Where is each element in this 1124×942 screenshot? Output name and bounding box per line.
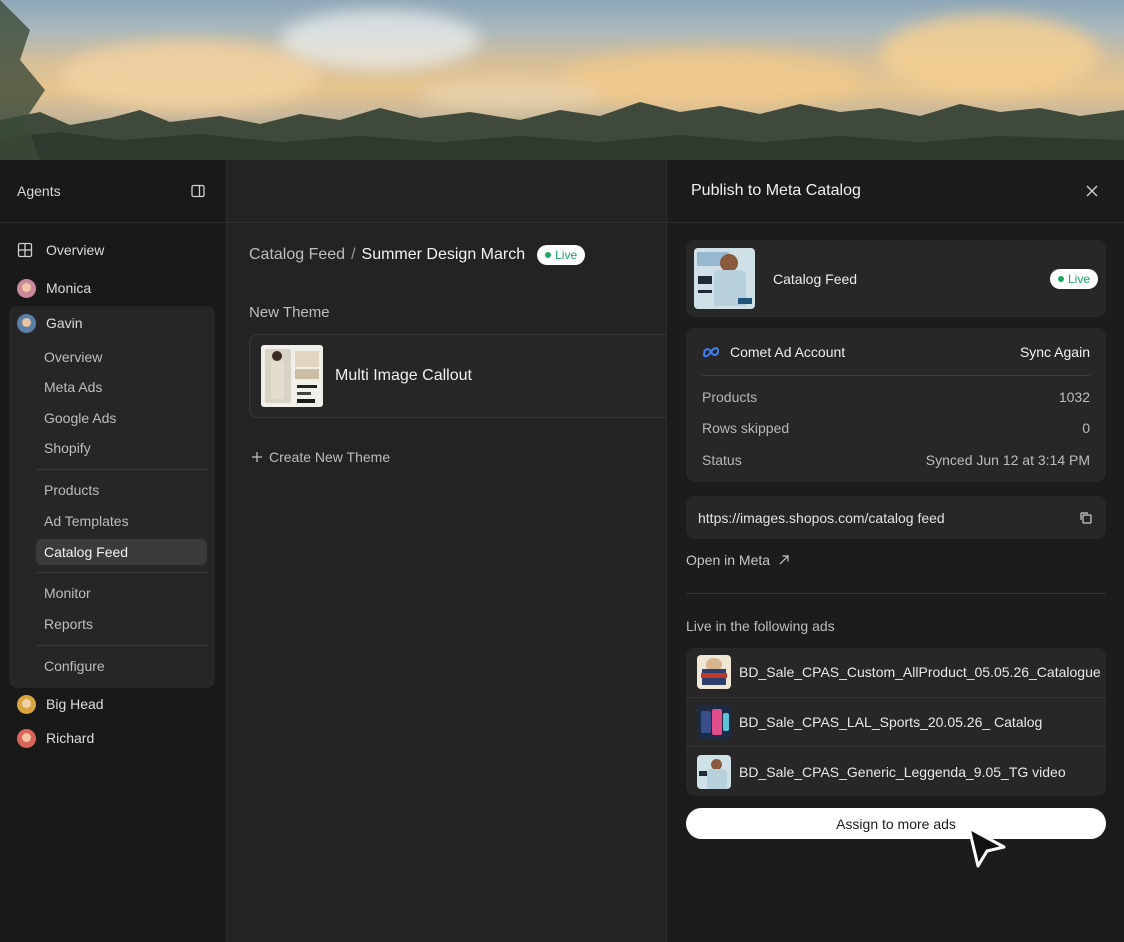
sidebar-item-label: Overview <box>46 242 105 258</box>
stat-rows-skipped: Rows skipped 0 <box>702 413 1090 445</box>
agent-name: Richard <box>46 730 95 746</box>
panel-title: Publish to Meta Catalog <box>691 182 861 199</box>
sidebar-item-catalog-feed[interactable]: Catalog Feed <box>36 539 207 565</box>
ad-name: BD_Sale_CPAS_Custom_AllProduct_05.05.26_… <box>739 664 1101 681</box>
stat-products: Products 1032 <box>702 381 1090 413</box>
stat-label: Rows skipped <box>702 420 790 437</box>
agent-name: Big Head <box>46 696 104 712</box>
stat-label: Status <box>702 451 742 468</box>
stat-status: Status Synced Jun 12 at 3:14 PM <box>702 444 1090 476</box>
publish-panel: Publish to Meta Catalog Catalog Feed Liv… <box>666 160 1124 942</box>
sidebar-item-shopify[interactable]: Shopify <box>36 435 207 461</box>
sidebar-item-products[interactable]: Products <box>36 477 207 503</box>
sidebar-item-reports[interactable]: Reports <box>36 611 207 637</box>
feed-url: https://images.shopos.com/catalog feed <box>698 509 945 526</box>
sidebar-item-ad-templates[interactable]: Ad Templates <box>36 508 207 534</box>
feed-thumbnail <box>694 248 755 309</box>
close-icon[interactable] <box>1084 183 1100 199</box>
feed-url-field[interactable]: https://images.shopos.com/catalog feed <box>686 496 1106 539</box>
main-topbar <box>228 160 666 223</box>
theme-name: Multi Image Callout <box>335 367 472 384</box>
section-label: New Theme <box>249 304 330 321</box>
divider <box>36 645 208 646</box>
sidebar-item-configure[interactable]: Configure <box>36 653 207 679</box>
ad-thumbnail <box>697 754 731 789</box>
stat-value: 0 <box>1082 420 1090 437</box>
list-item[interactable]: BD_Sale_CPAS_Custom_AllProduct_05.05.26_… <box>686 648 1106 698</box>
grid-icon <box>17 242 33 258</box>
sidebar-agent-big-head[interactable]: Big Head <box>10 689 214 719</box>
panel-header: Publish to Meta Catalog <box>667 160 1124 223</box>
stat-value: Synced Jun 12 at 3:14 PM <box>925 451 1090 468</box>
ads-section-label: Live in the following ads <box>686 618 835 634</box>
sidebar-header: Agents <box>0 160 226 223</box>
stat-value: 1032 <box>1058 388 1090 405</box>
landscape-background <box>0 0 1124 160</box>
plus-icon <box>251 451 263 463</box>
agent-name: Monica <box>46 280 92 296</box>
sync-again-button[interactable]: Sync Again <box>1020 344 1090 360</box>
status-badge: Live <box>1049 268 1098 289</box>
breadcrumb-root[interactable]: Catalog Feed <box>249 246 345 264</box>
divider <box>36 572 208 573</box>
meta-logo-icon <box>702 346 720 358</box>
sidebar-title: Agents <box>17 183 61 199</box>
ads-list: BD_Sale_CPAS_Custom_AllProduct_05.05.26_… <box>686 648 1106 796</box>
open-in-meta-link[interactable]: Open in Meta <box>686 552 790 568</box>
sidebar-agent-gavin[interactable]: Gavin <box>10 308 214 338</box>
live-dot-icon <box>545 252 552 258</box>
tree-branch <box>0 0 45 160</box>
breadcrumb-separator: / <box>351 246 356 263</box>
avatar <box>17 278 36 298</box>
sidebar-item-overview-gavin[interactable]: Overview <box>36 344 207 370</box>
sidebar-item-google-ads[interactable]: Google Ads <box>36 405 207 431</box>
status-badge-label: Live <box>555 248 578 262</box>
sidebar-agent-monica[interactable]: Monica <box>10 273 214 303</box>
avatar <box>17 694 36 714</box>
ad-account-label: Comet Ad Account <box>730 343 846 360</box>
open-in-meta-label: Open in Meta <box>686 552 771 568</box>
ad-account-name: Comet Ad Account <box>702 344 845 360</box>
feed-name: Catalog Feed <box>773 270 858 287</box>
sidebar-item-meta-ads[interactable]: Meta Ads <box>36 374 207 400</box>
list-item[interactable]: BD_Sale_CPAS_LAL_Sports_20.05.26_ Catalo… <box>686 698 1106 747</box>
divider <box>686 593 1106 594</box>
ad-thumbnail <box>697 655 731 690</box>
forest-silhouette <box>0 102 1124 160</box>
agent-name: Gavin <box>46 315 83 331</box>
page-title: Summer Design March <box>361 246 526 263</box>
stat-label: Products <box>702 388 758 405</box>
create-new-theme-label: Create New Theme <box>269 449 391 465</box>
theme-card[interactable]: Multi Image Callout <box>249 334 679 418</box>
sidebar-agent-richard[interactable]: Richard <box>10 723 214 753</box>
sidebar-toggle-icon[interactable] <box>190 183 206 199</box>
external-link-icon <box>778 554 790 566</box>
divider <box>36 469 208 470</box>
feed-card: Catalog Feed Live <box>686 240 1106 317</box>
copy-icon[interactable] <box>1078 510 1094 526</box>
ad-account-header: Comet Ad Account Sync Again <box>702 328 1090 376</box>
sidebar: Agents Overview Monica Gavin Overview Me… <box>0 160 227 942</box>
theme-thumbnail <box>261 345 323 407</box>
app-window: Agents Overview Monica Gavin Overview Me… <box>0 160 1124 942</box>
ad-name: BD_Sale_CPAS_LAL_Sports_20.05.26_ Catalo… <box>739 713 1043 730</box>
breadcrumb: Catalog Feed / Summer Design March Live <box>249 245 586 265</box>
create-new-theme-button[interactable]: Create New Theme <box>251 449 390 465</box>
status-badge: Live <box>537 245 586 265</box>
assign-to-more-ads-button[interactable]: Assign to more ads <box>686 808 1106 839</box>
list-item[interactable]: BD_Sale_CPAS_Generic_Leggenda_9.05_TG vi… <box>686 747 1106 796</box>
ad-name: BD_Sale_CPAS_Generic_Leggenda_9.05_TG vi… <box>739 763 1066 780</box>
ad-account-card: Comet Ad Account Sync Again Products 103… <box>686 328 1106 482</box>
ad-thumbnail <box>697 704 731 739</box>
avatar <box>17 728 36 748</box>
main-content: Catalog Feed / Summer Design March Live … <box>228 160 679 942</box>
mouse-pointer-icon <box>967 826 1006 868</box>
sidebar-item-overview[interactable]: Overview <box>10 235 214 265</box>
live-dot-icon <box>1057 275 1064 282</box>
status-badge-label: Live <box>1067 271 1090 286</box>
sidebar-item-monitor[interactable]: Monitor <box>36 580 207 606</box>
avatar <box>17 313 36 333</box>
